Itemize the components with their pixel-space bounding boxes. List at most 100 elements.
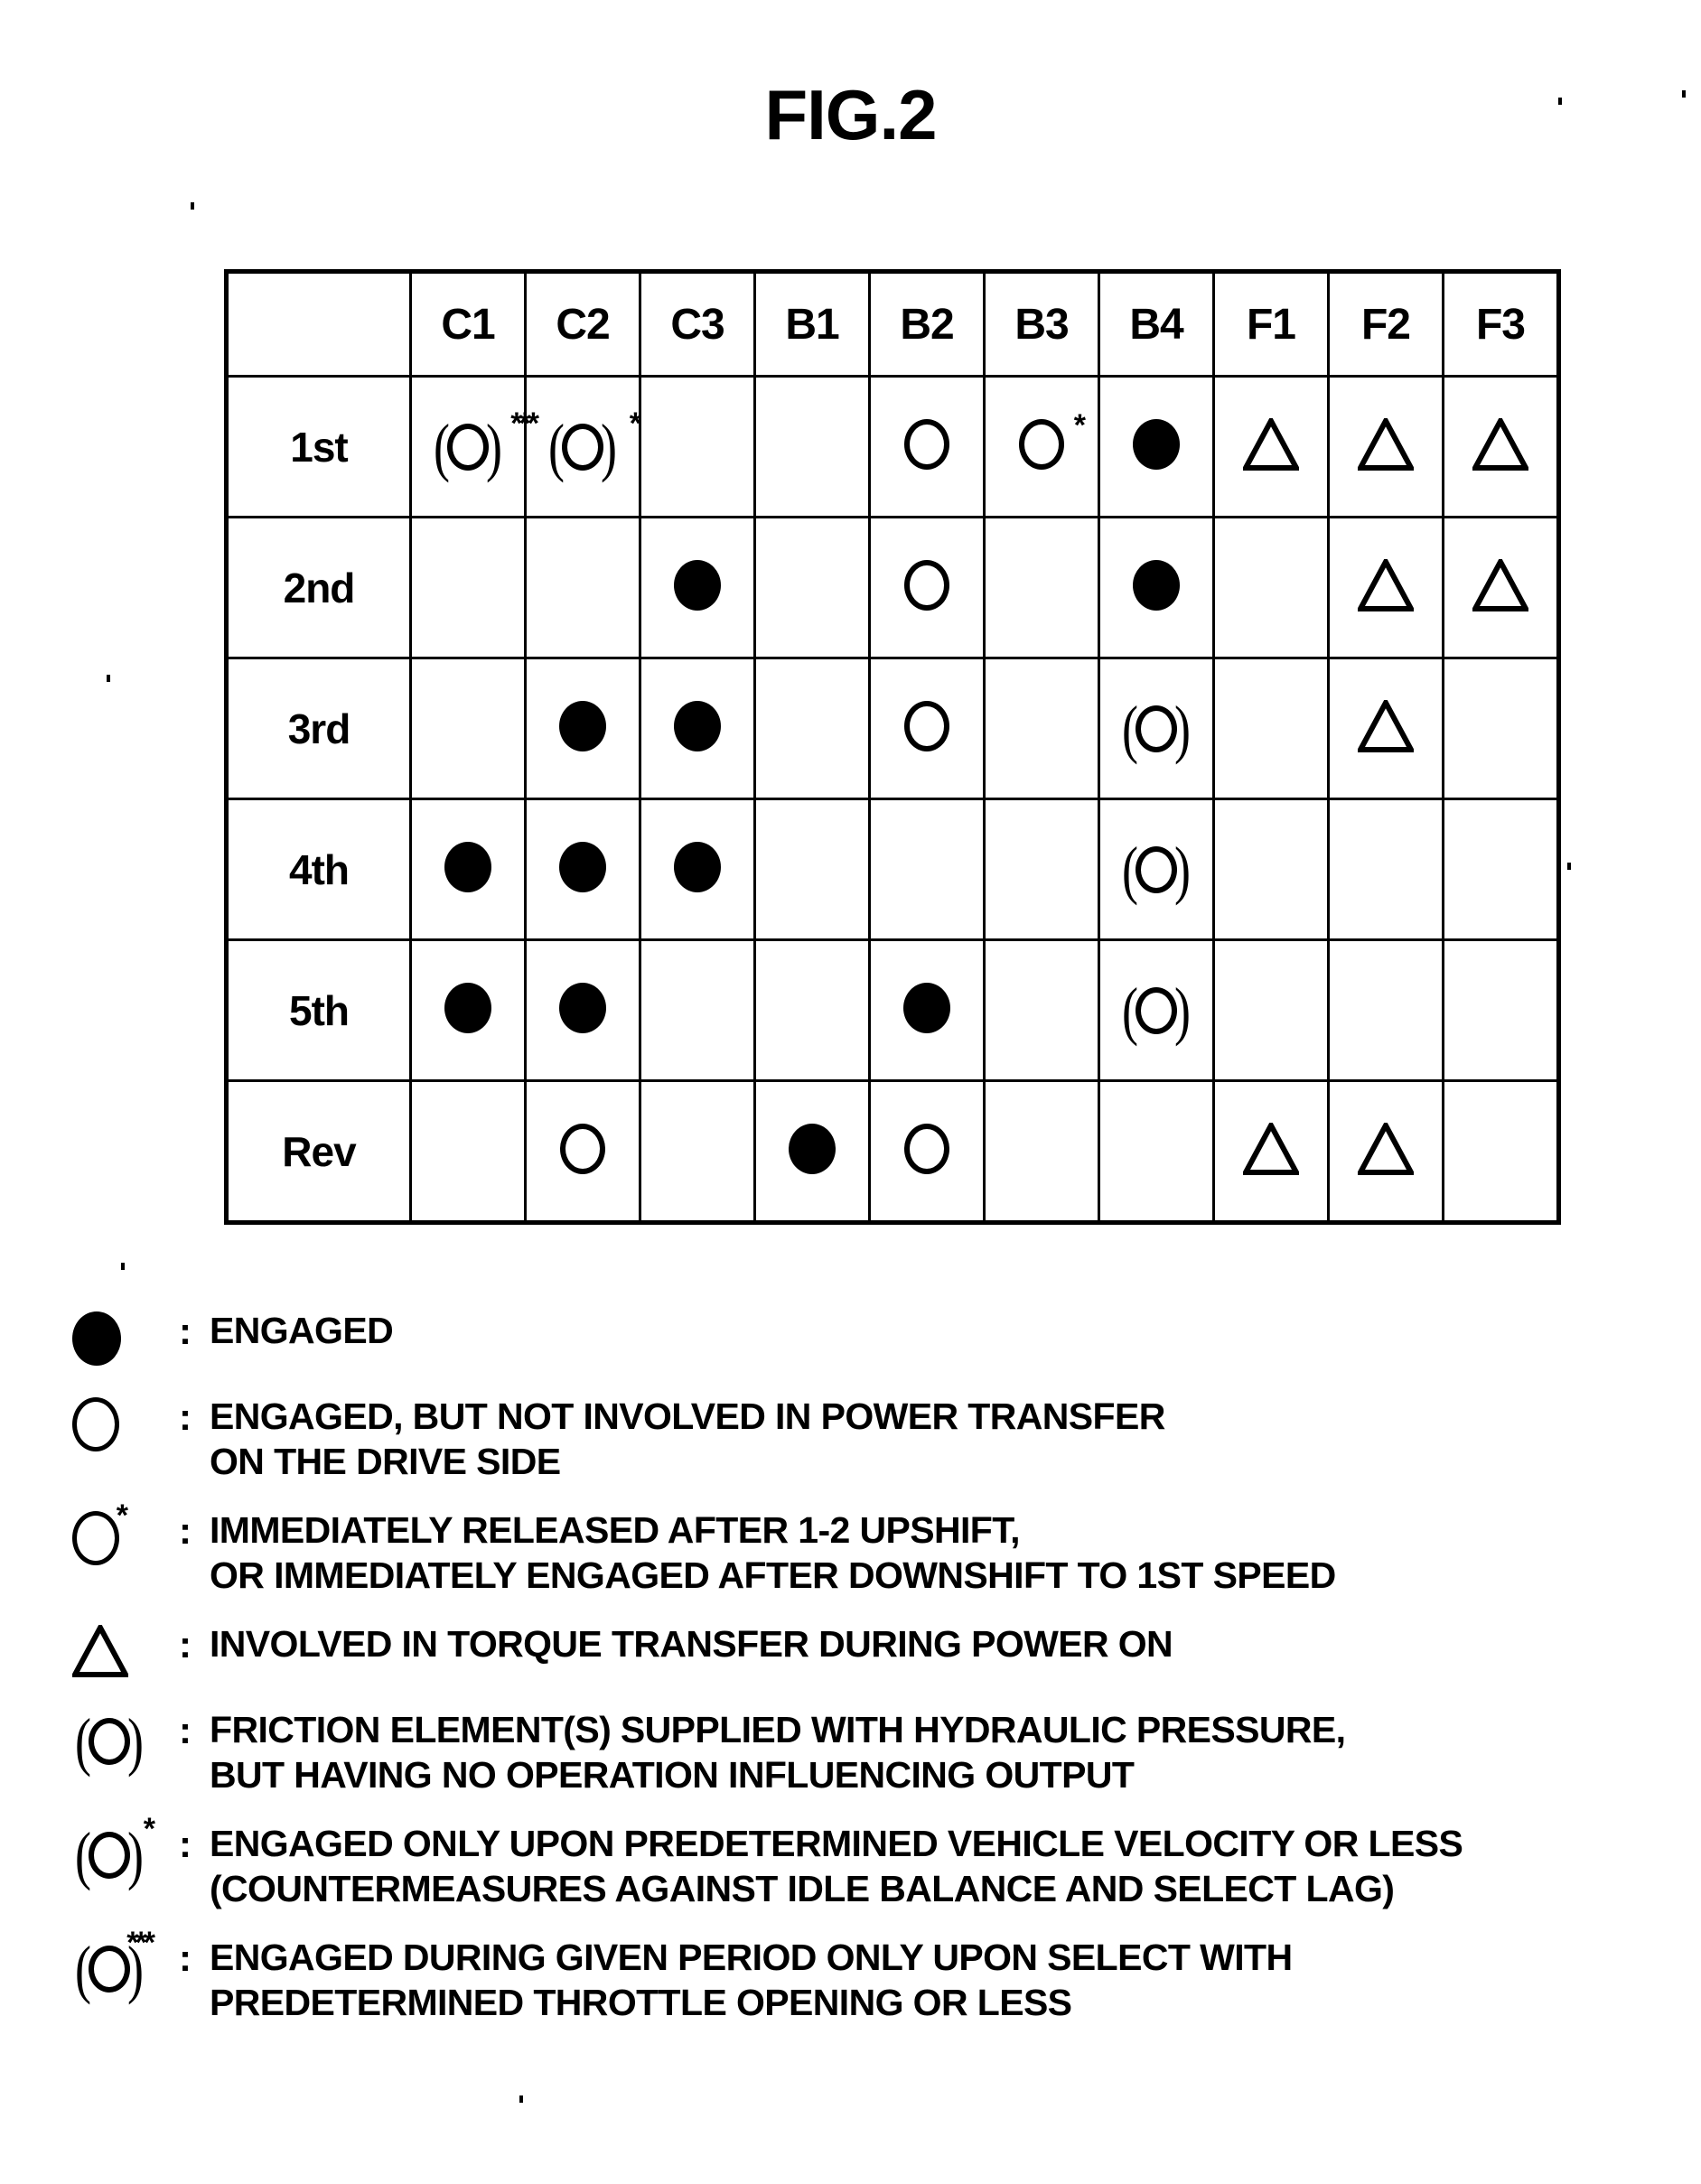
column-header-b1: B1 <box>753 270 871 378</box>
cell-rev-c1 <box>409 1079 527 1224</box>
paren-left-glyph: ( <box>74 1933 91 2005</box>
paren-circle-icon: () <box>1119 692 1193 765</box>
cell-symbol: () *** <box>431 408 539 480</box>
cell-3rd-c1 <box>409 657 527 800</box>
cell-5th-c2 <box>524 938 641 1082</box>
legend-description: IMMEDIATELY RELEASED AFTER 1-2 UPSHIFT, … <box>210 1509 1336 1596</box>
legend-symbol: * <box>65 1500 179 1570</box>
filled-circle-icon <box>674 701 721 751</box>
table-header-row: C1 C2 C3 B1 B2 B3 B4 F1 F2 F3 <box>225 270 1560 378</box>
cell-symbol <box>904 419 949 474</box>
cell-symbol <box>560 1124 605 1179</box>
triangle-icon <box>1358 418 1414 471</box>
cell-rev-f2 <box>1327 1079 1444 1224</box>
cell-symbol <box>674 701 721 756</box>
paren-right-glyph: ) <box>126 1705 144 1778</box>
cell-symbol <box>1472 418 1528 475</box>
asterisk-marker: *** <box>126 1926 155 1960</box>
scan-speck <box>519 2095 523 2103</box>
open-circle-icon <box>562 423 603 471</box>
cell-3rd-c2 <box>524 657 641 800</box>
legend: : ENGAGED: ENGAGED, BUT NOT INVOLVED IN PO… <box>65 1308 1691 2049</box>
cell-1st-b1 <box>753 375 871 518</box>
row-header-4th: 4th <box>225 798 412 941</box>
filled-circle-icon <box>559 842 606 892</box>
paren-left-glyph: ( <box>74 1819 91 1891</box>
filled-circle-icon <box>72 1311 121 1366</box>
cell-symbol <box>559 983 606 1038</box>
scan-speck <box>191 202 194 210</box>
cell-4th-c2 <box>524 798 641 941</box>
column-header-b2: B2 <box>868 270 986 378</box>
cell-5th-b3 <box>983 938 1100 1082</box>
filled-circle-icon <box>444 842 491 892</box>
cell-4th-b2 <box>868 798 986 941</box>
cell-2nd-b4 <box>1098 516 1215 659</box>
row-header-2nd: 2nd <box>225 516 412 659</box>
legend-row: () *: ENGAGED ONLY UPON PREDETERMINED VEHI… <box>65 1814 1691 1911</box>
legend-symbol-wrap <box>72 1397 119 1456</box>
cell-2nd-f1 <box>1212 516 1330 659</box>
legend-colon: : <box>179 1623 192 1666</box>
legend-symbol: () *** <box>65 1927 179 2005</box>
figure-title: FIG.2 <box>764 75 937 154</box>
open-circle-icon <box>72 1511 119 1565</box>
cell-symbol <box>559 701 606 756</box>
triangle-icon <box>1358 1123 1414 1175</box>
paren-left-glyph: ( <box>1122 974 1139 1047</box>
paren-circle-icon: () <box>431 415 505 480</box>
cell-4th-b1 <box>753 798 871 941</box>
column-header-c3: C3 <box>639 270 756 378</box>
filled-circle-icon <box>559 701 606 751</box>
cell-rev-f1 <box>1212 1079 1330 1224</box>
filled-circle-icon <box>903 983 950 1033</box>
row-header-5th: 5th <box>225 938 412 1082</box>
paren-right-glyph: ) <box>1173 692 1191 765</box>
column-header-f3: F3 <box>1442 270 1560 378</box>
legend-colon: : <box>179 1310 192 1352</box>
column-header-c2: C2 <box>524 270 641 378</box>
open-circle-icon <box>447 423 489 471</box>
cell-3rd-b4: () <box>1098 657 1215 800</box>
cell-1st-c1: () *** <box>409 375 539 518</box>
triangle-icon <box>1358 700 1414 752</box>
cell-4th-b3 <box>983 798 1100 941</box>
paren-left-glyph: ( <box>1122 692 1139 765</box>
cell-symbol <box>903 983 950 1038</box>
table-row: 3rd () <box>225 657 1560 800</box>
triangle-icon <box>1472 559 1528 611</box>
cell-symbol: () <box>1119 837 1193 902</box>
cell-3rd-f3 <box>1442 657 1560 800</box>
filled-circle-icon <box>559 983 606 1033</box>
cell-rev-f3 <box>1442 1079 1560 1224</box>
cell-symbol: () * <box>546 408 641 480</box>
cell-symbol <box>904 560 949 615</box>
filled-circle-icon <box>674 560 721 611</box>
legend-description: ENGAGED <box>210 1310 394 1351</box>
filled-circle-icon <box>674 842 721 892</box>
row-header-1st: 1st <box>225 375 412 518</box>
cell-5th-f2 <box>1327 938 1444 1082</box>
cell-1st-b3: * <box>983 375 1100 518</box>
cell-1st-c2: () * <box>524 375 641 518</box>
cell-4th-f3 <box>1442 798 1560 941</box>
cell-3rd-c3 <box>639 657 756 800</box>
column-header-f1: F1 <box>1212 270 1330 378</box>
cell-symbol <box>1243 1123 1299 1180</box>
cell-symbol <box>904 701 949 756</box>
legend-description: INVOLVED IN TORQUE TRANSFER DURING POWER… <box>210 1623 1173 1665</box>
open-circle-icon <box>904 419 949 470</box>
open-circle-icon <box>88 1718 130 1765</box>
filled-circle-icon <box>444 983 491 1033</box>
cell-symbol <box>1358 1123 1414 1180</box>
cell-symbol <box>1243 418 1299 475</box>
cell-2nd-b3 <box>983 516 1100 659</box>
cell-2nd-b1 <box>753 516 871 659</box>
cell-symbol <box>1358 559 1414 616</box>
paren-left-glyph: ( <box>74 1705 91 1778</box>
legend-symbol: () * <box>65 1814 179 1891</box>
table-row: 2nd <box>225 516 1560 659</box>
legend-colon: : <box>179 1823 192 1865</box>
cell-5th-f3 <box>1442 938 1560 1082</box>
cell-symbol: * <box>1019 410 1086 474</box>
